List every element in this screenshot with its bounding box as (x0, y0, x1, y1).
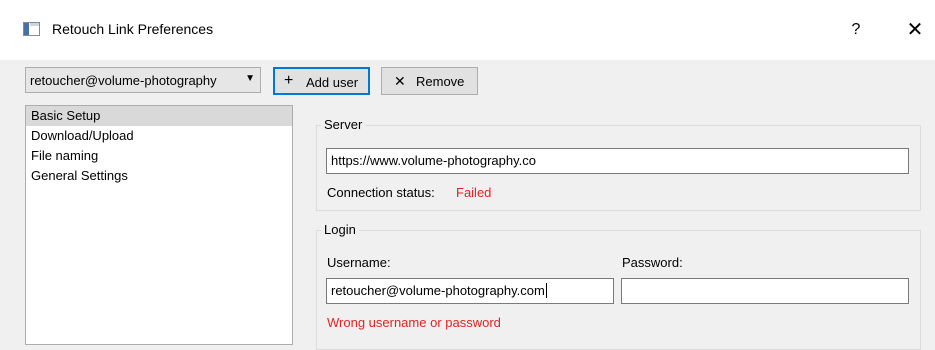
nav-item-file-naming[interactable]: File naming (26, 146, 292, 166)
server-group-title: Server (321, 117, 366, 132)
server-url-input[interactable]: https://www.volume-photography.co (326, 148, 909, 174)
username-input[interactable]: retoucher@volume-photography.com (326, 278, 614, 304)
app-window-icon (23, 22, 40, 36)
password-input[interactable] (621, 278, 909, 304)
help-button[interactable]: ? (843, 16, 869, 44)
window-title: Retouch Link Preferences (52, 21, 214, 37)
connection-status-label: Connection status: (327, 185, 435, 200)
remove-label: Remove (416, 74, 465, 89)
settings-category-list: Basic Setup Download/Upload File naming … (25, 105, 293, 345)
remove-button[interactable]: ✕ Remove (381, 67, 478, 95)
text-cursor (545, 283, 547, 298)
title-bar: Retouch Link Preferences ? ✕ (0, 0, 935, 60)
plus-icon: + (284, 72, 294, 89)
user-select-value: retoucher@volume-photography (30, 73, 217, 88)
connection-status-value: Failed (456, 185, 492, 200)
login-error-message: Wrong username or password (327, 315, 501, 330)
x-icon: ✕ (394, 73, 406, 89)
nav-item-general-settings[interactable]: General Settings (26, 166, 292, 186)
dropdown-arrow-icon: ▼ (245, 73, 255, 84)
user-select-dropdown[interactable]: retoucher@volume-photography ▼ (25, 67, 261, 93)
username-input-value: retoucher@volume-photography.com (331, 283, 545, 298)
close-button[interactable]: ✕ (902, 16, 928, 44)
nav-item-basic-setup[interactable]: Basic Setup (26, 106, 292, 126)
nav-item-download-upload[interactable]: Download/Upload (26, 126, 292, 146)
username-label: Username: (327, 255, 391, 270)
password-label: Password: (622, 255, 683, 270)
add-user-button[interactable]: + Add user (273, 67, 370, 95)
add-user-label: Add user (306, 75, 359, 90)
login-group-title: Login (321, 222, 359, 237)
